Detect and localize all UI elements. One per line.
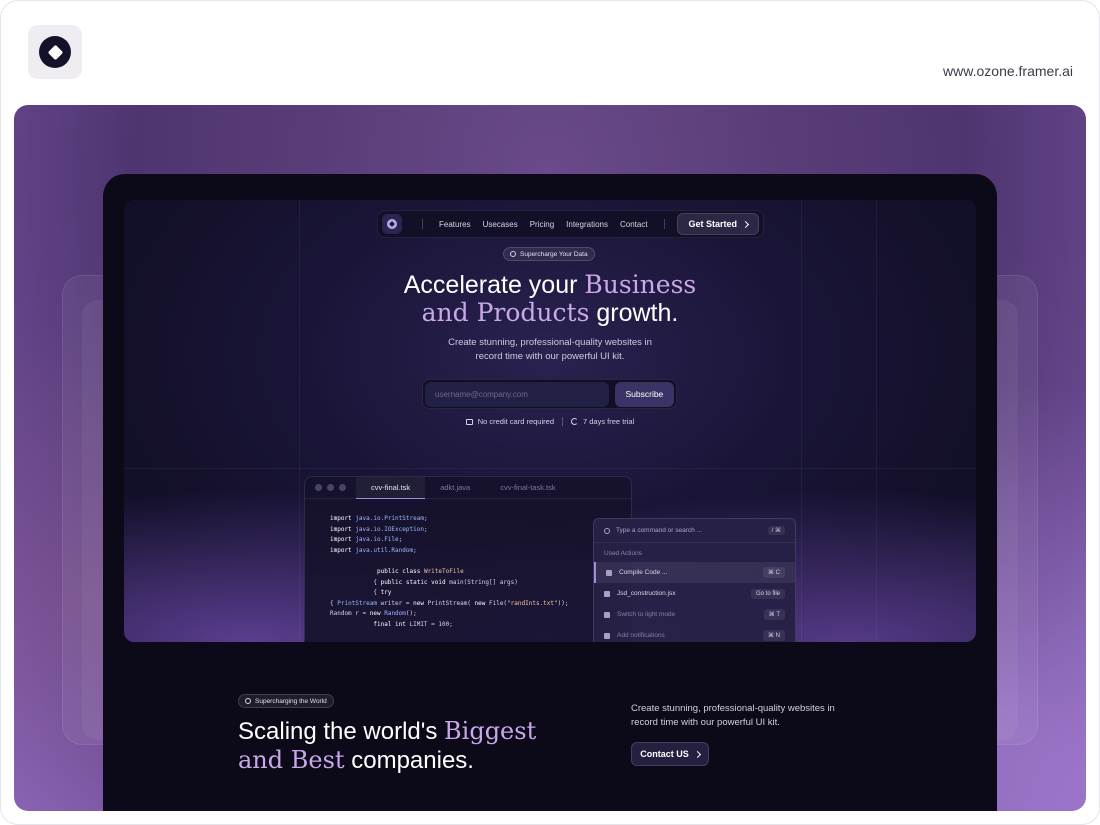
search-icon: [604, 527, 610, 534]
editor-tab[interactable]: adkt.java: [425, 477, 485, 499]
nav-logo-icon[interactable]: [382, 214, 402, 234]
nav-link-features[interactable]: Features: [439, 220, 471, 229]
get-started-button[interactable]: Get Started: [677, 213, 759, 235]
palette-item-label: Add notifications: [617, 632, 665, 639]
palette-item-label: Compile Code ...: [619, 569, 668, 576]
palette-item-light-mode[interactable]: Switch to light mode ⌘ T: [594, 604, 795, 625]
command-search-placeholder: Type a command or search ...: [616, 527, 702, 534]
palette-item-shortcut: ⌘ C: [763, 567, 785, 578]
contact-us-label: Contact US: [640, 749, 689, 759]
site-url[interactable]: www.ozone.framer.ai: [943, 63, 1073, 79]
sun-icon: [604, 611, 610, 618]
palette-item-shortcut: ⌘ N: [763, 630, 785, 641]
branch-icon: [606, 569, 612, 576]
device-frame: Features Usecases Pricing Integrations C…: [103, 174, 997, 811]
palette-section-label: Used Actions: [604, 550, 642, 557]
hero-title-plain: Accelerate your: [403, 271, 585, 299]
hero-title-line2: and Products growth.: [124, 298, 976, 328]
hero-title-line1: Accelerate your Business: [124, 270, 976, 300]
refresh-icon: [571, 418, 578, 425]
perk-no-card: No credit card required: [477, 417, 554, 426]
command-search[interactable]: Type a command or search ... / ⌘: [594, 519, 795, 543]
lower-badge: Supercharging the World: [238, 694, 334, 708]
chevron-right-icon: [741, 220, 750, 228]
palette-item-label: Jsd_construction.jsx: [617, 590, 676, 597]
logo-icon: [39, 36, 71, 68]
email-input[interactable]: username@company.com: [425, 381, 609, 407]
hero-title-plain-2: growth.: [589, 299, 679, 327]
window-controls: [305, 484, 356, 491]
credit-card-icon: [465, 418, 473, 425]
perk-trial: 7 days free trial: [583, 417, 635, 426]
palette-item-shortcut: Go to file: [750, 588, 785, 599]
hero-subtitle-line1: Create stunning, professional-quality we…: [448, 337, 652, 348]
chevron-right-icon: [693, 750, 701, 758]
palette-item-compile[interactable]: Compile Code ... ⌘ C: [594, 562, 795, 583]
subscribe-button[interactable]: Subscribe: [614, 381, 674, 407]
lower-title-accent: Biggest: [444, 717, 537, 745]
nav-link-usecases[interactable]: Usecases: [483, 220, 518, 229]
hero-screen: Features Usecases Pricing Integrations C…: [124, 200, 976, 642]
hero-title-accent: Business: [584, 270, 697, 299]
spark-icon: [510, 251, 516, 257]
globe-icon: [245, 698, 251, 704]
subscribe-form: username@company.com Subscribe: [422, 379, 677, 409]
palette-item-notifications[interactable]: Add notifications ⌘ N: [594, 625, 795, 642]
palette-item-shortcut: ⌘ T: [763, 609, 785, 620]
lower-title-plain: Scaling the world's: [238, 718, 445, 745]
hero-badge-label: Supercharge Your Data: [520, 250, 588, 258]
hero-subtitle-line2: record time with our powerful UI kit.: [475, 351, 625, 362]
lower-title: Scaling the world's Biggest and Best com…: [238, 717, 536, 775]
nav-link-contact[interactable]: Contact: [620, 220, 648, 229]
code-editor: cvv-final.tsk adkt.java cvv-final-task.t…: [304, 476, 632, 642]
lower-title-plain-2: companies.: [344, 747, 474, 774]
bell-icon: [604, 632, 610, 639]
hero-badge: Supercharge Your Data: [503, 247, 595, 261]
nav-link-integrations[interactable]: Integrations: [566, 220, 608, 229]
lower-title-accent-2: and Best: [238, 746, 345, 774]
editor-tab[interactable]: cvv-final-task.tsk: [485, 477, 570, 499]
nav-link-pricing[interactable]: Pricing: [530, 220, 554, 229]
contact-us-button[interactable]: Contact US: [631, 742, 709, 766]
palette-item-file[interactable]: Jsd_construction.jsx Go to file: [594, 583, 795, 604]
brand-logo[interactable]: [28, 25, 82, 79]
file-icon: [604, 590, 610, 597]
navbar: Features Usecases Pricing Integrations C…: [377, 210, 764, 238]
lower-badge-label: Supercharging the World: [255, 697, 327, 705]
shortcut-badge: / ⌘: [767, 526, 785, 535]
palette-item-label: Switch to light mode: [617, 611, 676, 618]
get-started-label: Get Started: [688, 219, 737, 229]
perks-row: No credit card required 7 days free tria…: [124, 417, 976, 426]
code-content: import java.io.PrintStream; import java.…: [330, 515, 569, 628]
preview-stage: Features Usecases Pricing Integrations C…: [14, 105, 1086, 811]
editor-tab-active[interactable]: cvv-final.tsk: [356, 476, 426, 499]
hero-title-accent-2: and Products: [421, 298, 590, 327]
lower-description: Create stunning, professional-quality we…: [631, 703, 835, 728]
command-palette: Type a command or search ... / ⌘ Used Ac…: [593, 518, 796, 642]
